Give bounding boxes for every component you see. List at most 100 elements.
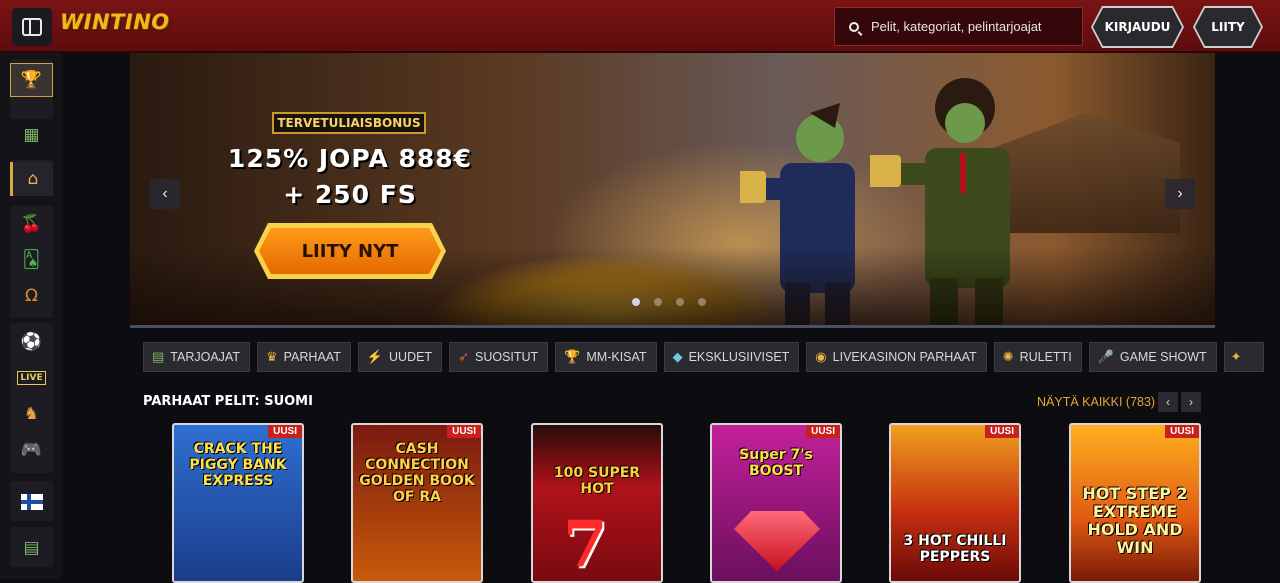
- category-chip-best[interactable]: ♛ PARHAAT: [256, 342, 351, 372]
- sidebar-item-horse-racing[interactable]: ♞: [10, 397, 53, 431]
- category-chip-more[interactable]: ✦: [1223, 342, 1264, 372]
- new-badge: UUSI: [268, 425, 302, 438]
- cherry-slots-icon: 🍒: [20, 214, 43, 234]
- banner-next-button[interactable]: ›: [1165, 179, 1195, 209]
- sidebar-item-live[interactable]: LIVE: [10, 361, 53, 395]
- sidebar-item-language[interactable]: [10, 485, 53, 519]
- game-title: Super 7's BOOST: [739, 447, 813, 479]
- chevron-left-icon: ‹: [1166, 395, 1170, 409]
- finland-flag-icon: [20, 494, 43, 510]
- promotions-icon: ▦: [23, 125, 40, 145]
- sidebar-item-esports[interactable]: 🎮: [10, 433, 53, 467]
- trophy-icon: 🏆: [20, 70, 43, 90]
- horseshoe-icon: Ω: [25, 286, 38, 306]
- category-chip-label: MM-KISAT: [586, 350, 647, 364]
- section-title: PARHAAT PELIT: SUOMI: [143, 394, 313, 409]
- welcome-bonus-tag: TERVETULIAISBONUS: [272, 112, 426, 134]
- sidebar-item-jackpots[interactable]: Ω: [10, 279, 53, 313]
- carousel-next-button[interactable]: ›: [1181, 392, 1201, 412]
- live-icon: LIVE: [17, 371, 46, 385]
- banner-divider: [130, 325, 1215, 328]
- join-button[interactable]: LIITY: [1195, 8, 1261, 46]
- category-chip-new[interactable]: ⚡ UUDET: [357, 342, 443, 372]
- lightning-icon: ⚡: [366, 349, 384, 364]
- rocket-icon: ➶: [458, 349, 469, 364]
- sidebar-item-extra[interactable]: ▤: [10, 531, 53, 565]
- bonus-amount: 125% JOPA 888€: [227, 144, 473, 173]
- football-icon: ⚽: [20, 332, 43, 352]
- banner-pagination: [632, 298, 706, 306]
- category-chip-bar: ▤ TARJOAJAT ♛ PARHAAT ⚡ UUDET ➶ SUOSITUT 🏆 MM…: [143, 342, 1264, 372]
- game-card[interactable]: 3 HOT CHILLI PEPPERS UUSI: [889, 423, 1021, 583]
- sidebar-item-home[interactable]: ⌂: [10, 162, 53, 196]
- sidebar-toggle-icon: [22, 18, 42, 36]
- banner-dot-3[interactable]: [676, 298, 684, 306]
- site-logo[interactable]: WINTINO: [60, 10, 170, 34]
- chip-icon: ◉: [815, 349, 827, 364]
- category-chip-label: SUOSITUT: [474, 350, 539, 364]
- join-now-button[interactable]: LIITY NYT: [259, 228, 441, 274]
- game-title: 100 SUPER HOT: [553, 465, 641, 497]
- trophy-icon: 🏆: [564, 349, 581, 364]
- game-title: CRACK THE PIGGY BANK EXPRESS: [189, 441, 287, 489]
- home-icon: ⌂: [27, 169, 39, 189]
- sidebar-item-tournaments[interactable]: 🏆: [10, 63, 53, 97]
- banner-dot-2[interactable]: [654, 298, 662, 306]
- search-icon: [849, 21, 859, 32]
- game-title: 3 HOT CHILLI PEPPERS: [903, 533, 1007, 565]
- game-card[interactable]: CASH CONNECTION GOLDEN BOOK OF RA UUSI: [351, 423, 483, 583]
- sidebar-toggle-button[interactable]: [12, 8, 52, 46]
- diamond-icon: [734, 511, 820, 571]
- seven-symbol-icon: 7: [563, 507, 608, 582]
- microphone-icon: 🎤: [1097, 349, 1114, 364]
- new-badge: UUSI: [806, 425, 840, 438]
- sidebar-item-slots[interactable]: 🍒: [10, 207, 53, 241]
- category-chip-world-cup[interactable]: 🏆 MM-KISAT: [555, 342, 657, 372]
- banner-prev-button[interactable]: ‹: [150, 179, 180, 209]
- game-card[interactable]: Super 7's BOOST UUSI: [710, 423, 842, 583]
- login-button[interactable]: KIRJAUDU: [1093, 8, 1182, 46]
- category-chip-label: EKSKLUSIIVISET: [688, 350, 790, 364]
- category-chip-label: RULETTI: [1019, 350, 1072, 364]
- sidebar-item-sports[interactable]: ⚽: [10, 325, 53, 359]
- game-card[interactable]: CRACK THE PIGGY BANK EXPRESS UUSI: [172, 423, 304, 583]
- book-icon: ▤: [152, 349, 165, 364]
- category-chip-label: PARHAAT: [283, 350, 341, 364]
- new-badge: UUSI: [1165, 425, 1199, 438]
- game-title: CASH CONNECTION GOLDEN BOOK OF RA: [359, 441, 475, 505]
- search-box[interactable]: [834, 7, 1083, 46]
- bonus-free-spins: + 250 FS: [283, 180, 417, 209]
- category-chip-label: GAME SHOWT: [1119, 350, 1207, 364]
- category-chip-label: TARJOAJAT: [170, 350, 240, 364]
- hero-banner[interactable]: TERVETULIAISBONUS 125% JOPA 888€ + 250 F…: [130, 53, 1215, 327]
- chevron-right-icon: ›: [1177, 185, 1183, 202]
- book-icon: ▤: [23, 538, 40, 558]
- category-chip-exclusive[interactable]: ◆ EKSKLUSIIVISET: [663, 342, 800, 372]
- gamepad-icon: 🎮: [20, 440, 43, 460]
- sidebar: 🏆 ▦ ⌂ 🍒 🂡 Ω ⚽ LIVE ♞ 🎮 ▤: [0, 53, 62, 579]
- banner-dot-1[interactable]: [632, 298, 640, 306]
- search-input[interactable]: [871, 19, 1076, 34]
- game-card[interactable]: 100 SUPER HOT 7: [531, 423, 663, 583]
- new-badge: UUSI: [447, 425, 481, 438]
- chevron-right-icon: ›: [1189, 395, 1193, 409]
- sidebar-item-table-games[interactable]: 🂡: [10, 243, 53, 277]
- crown-icon: ♛: [265, 349, 278, 364]
- top-header: WINTINO KIRJAUDU LIITY: [0, 0, 1280, 53]
- category-chip-providers[interactable]: ▤ TARJOAJAT: [143, 342, 250, 372]
- category-chip-roulette[interactable]: ✺ RULETTI: [993, 342, 1082, 372]
- sidebar-item-promotions[interactable]: ▦: [10, 118, 53, 152]
- category-chip-popular[interactable]: ➶ SUOSITUT: [449, 342, 549, 372]
- banner-dot-4[interactable]: [698, 298, 706, 306]
- category-chip-live-best[interactable]: ◉ LIVEKASINON PARHAAT: [806, 342, 987, 372]
- game-title: HOT STEP 2 EXTREME HOLD AND WIN: [1082, 484, 1188, 557]
- game-card[interactable]: HOT STEP 2 EXTREME HOLD AND WIN UUSI: [1069, 423, 1201, 583]
- cards-icon: 🂡: [22, 250, 41, 270]
- carousel-prev-button[interactable]: ‹: [1158, 392, 1178, 412]
- horse-racing-icon: ♞: [23, 404, 40, 424]
- category-chip-label: LIVEKASINON PARHAAT: [832, 350, 977, 364]
- category-chip-game-shows[interactable]: 🎤 GAME SHOWT: [1088, 342, 1217, 372]
- show-all-link[interactable]: NÄYTÄ KAIKKI (783): [1037, 395, 1155, 409]
- category-chip-label: UUDET: [389, 350, 433, 364]
- chevron-left-icon: ‹: [162, 185, 168, 202]
